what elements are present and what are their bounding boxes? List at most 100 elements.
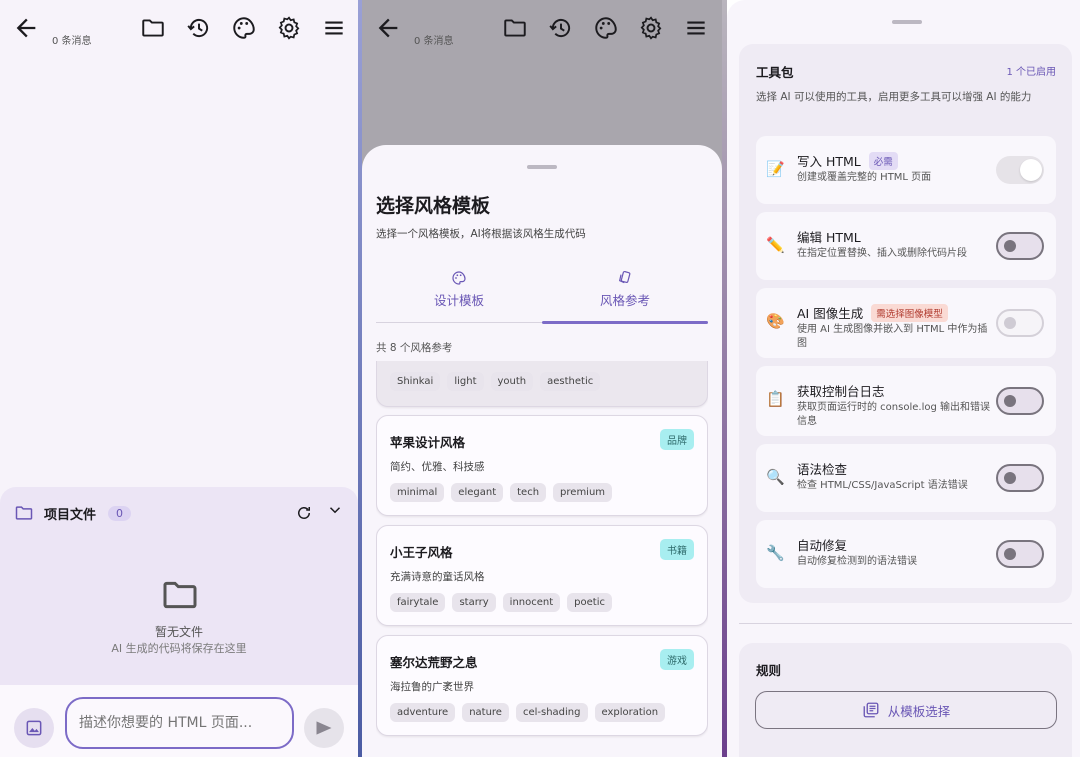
enabled-count: 1 个已启用 (1006, 67, 1056, 78)
tab-design-templates[interactable]: 设计模板 (376, 270, 542, 322)
tool-name: 写入 HTML 必需 (797, 151, 898, 170)
tag-list: adventure nature cel-shading exploration (390, 703, 666, 722)
tab-label: 设计模板 (433, 293, 484, 308)
back-button[interactable] (12, 14, 40, 42)
tag-list: fairytale starry innocent poetic (390, 593, 612, 612)
history-button[interactable] (186, 15, 212, 41)
tool-write-html[interactable]: 📝 写入 HTML 必需 创建或覆盖完整的 HTML 页面 (756, 136, 1056, 204)
tab-indicator (542, 321, 708, 324)
tool-toggle[interactable] (996, 387, 1044, 415)
cards-icon (618, 270, 631, 284)
settings-button[interactable] (638, 15, 664, 41)
history-icon (187, 18, 209, 38)
tag: poetic (567, 593, 612, 612)
choose-from-template-button[interactable]: 从模板选择 (755, 691, 1057, 729)
refresh-button[interactable] (295, 504, 313, 522)
arrow-back-icon (16, 18, 36, 38)
tool-toggle[interactable] (996, 540, 1044, 568)
back-button[interactable] (374, 14, 402, 42)
menu-button[interactable] (683, 15, 709, 41)
category-badge: 品牌 (660, 429, 694, 450)
send-icon (316, 721, 332, 735)
tool-console-log[interactable]: 📋 获取控制台日志 获取页面运行时的 console.log 输出和错误信息 (756, 366, 1056, 436)
menu-icon (687, 21, 705, 35)
clipboard-icon: 📋 (766, 390, 785, 408)
tag: light (447, 372, 484, 391)
refresh-icon (298, 507, 310, 519)
folder-button[interactable] (502, 15, 528, 41)
tool-name: 获取控制台日志 (797, 381, 885, 400)
tool-desc: 自动修复检测到的语法错误 (797, 556, 917, 567)
tool-name-text: AI 图像生成 (797, 306, 864, 321)
attach-image-button[interactable] (14, 708, 54, 748)
top-app-bar: 0 条消息 (0, 0, 358, 58)
message-count: 0 条消息 (52, 36, 92, 47)
magnifier-icon: 🔍 (766, 468, 785, 486)
prompt-input[interactable] (65, 697, 294, 749)
send-button[interactable] (304, 708, 344, 748)
toolkit-card: 工具包 1 个已启用 选择 AI 可以使用的工具，启用更多工具可以增强 AI 的… (739, 44, 1072, 603)
settings-button[interactable] (276, 15, 302, 41)
toggle-knob (1004, 548, 1016, 560)
tool-edit-html[interactable]: ✏️ 编辑 HTML 在指定位置替换、插入或删除代码片段 (756, 212, 1056, 280)
tool-syntax-check[interactable]: 🔍 语法检查 检查 HTML/CSS/JavaScript 语法错误 (756, 444, 1056, 512)
style-name: 苹果设计风格 (390, 435, 466, 450)
tag: minimal (390, 483, 445, 502)
folder-button[interactable] (140, 15, 166, 41)
project-files-title: 项目文件 (44, 507, 97, 523)
sheet-subtitle: 选择一个风格模板，AI将根据该风格生成代码 (376, 228, 586, 240)
menu-button[interactable] (321, 15, 347, 41)
tag-list: Shinkai light youth aesthetic (390, 372, 601, 391)
tool-name: 语法检查 (797, 459, 847, 478)
drag-handle[interactable] (527, 165, 557, 169)
tool-toggle[interactable] (996, 232, 1044, 260)
theme-button[interactable] (593, 15, 619, 41)
style-template-sheet: 选择风格模板 选择一个风格模板，AI将根据该风格生成代码 设计模板 风格参考 共… (362, 145, 722, 757)
history-button[interactable] (548, 15, 574, 41)
style-card[interactable]: Shinkai light youth aesthetic (376, 361, 708, 407)
style-picker-screen: 0 条消息 选择风格模板 选择一个风格模板，AI将根据该风格生成代码 设计模板 … (362, 0, 722, 757)
chat-screen: 0 条消息 项目文件 0 暂无文件 AI 生成的代码将保存在这里 描述你想要的 … (0, 0, 358, 757)
warning-badge: 需选择图像模型 (871, 303, 948, 322)
theme-button[interactable] (231, 15, 257, 41)
tool-name: 自动修复 (797, 535, 847, 554)
library-icon (863, 702, 879, 718)
toggle-knob (1004, 472, 1016, 484)
folder-icon (142, 19, 164, 37)
tool-desc: 创建或覆盖完整的 HTML 页面 (797, 172, 932, 183)
toolkit-title: 工具包 (756, 65, 794, 80)
toggle-knob (1004, 395, 1016, 407)
tag: premium (553, 483, 613, 502)
drag-handle[interactable] (892, 20, 922, 24)
toggle-knob (1020, 159, 1042, 181)
collapse-button[interactable] (326, 501, 344, 519)
style-card[interactable]: 苹果设计风格 品牌 简约、优雅、科技感 minimal elegant tech… (376, 415, 708, 516)
tool-toggle[interactable] (996, 156, 1044, 184)
art-palette-icon: 🎨 (766, 312, 785, 330)
tool-name-text: 获取控制台日志 (797, 384, 885, 399)
tab-style-reference[interactable]: 风格参考 (542, 270, 708, 322)
tool-auto-fix[interactable]: 🔧 自动修复 自动修复检测到的语法错误 (756, 520, 1056, 588)
tool-name-text: 语法检查 (797, 462, 848, 477)
tools-sheet: 工具包 1 个已启用 选择 AI 可以使用的工具，启用更多工具可以增强 AI 的… (727, 0, 1080, 757)
composer-bar (0, 685, 358, 757)
style-card[interactable]: 小王子风格 书籍 充满诗意的童话风格 fairytale starry inno… (376, 525, 708, 626)
style-count: 共 8 个风格参考 (376, 342, 453, 354)
style-desc: 简约、优雅、科技感 (390, 461, 485, 473)
project-files-header: 项目文件 0 (14, 503, 132, 523)
tool-toggle[interactable] (996, 464, 1044, 492)
style-card[interactable]: 塞尔达荒野之息 游戏 海拉鲁的广袤世界 adventure nature cel… (376, 635, 708, 736)
empty-subtitle: AI 生成的代码将保存在这里 (111, 642, 247, 655)
style-list[interactable]: Shinkai light youth aesthetic 苹果设计风格 品牌 … (376, 361, 708, 757)
tool-ai-image[interactable]: 🎨 AI 图像生成 需选择图像模型 使用 AI 生成图像并嵌入到 HTML 中作为… (756, 288, 1056, 358)
style-desc: 海拉鲁的广袤世界 (390, 681, 474, 693)
tag: cel-shading (515, 703, 588, 722)
tab-label: 风格参考 (599, 293, 650, 308)
tag: aesthetic (540, 372, 601, 391)
tool-name: AI 图像生成 需选择图像模型 (797, 303, 948, 322)
tag: adventure (390, 703, 456, 722)
tool-toggle[interactable] (996, 309, 1044, 337)
button-label: 从模板选择 (887, 703, 951, 719)
tag: elegant (451, 483, 504, 502)
category-badge: 书籍 (660, 539, 694, 560)
